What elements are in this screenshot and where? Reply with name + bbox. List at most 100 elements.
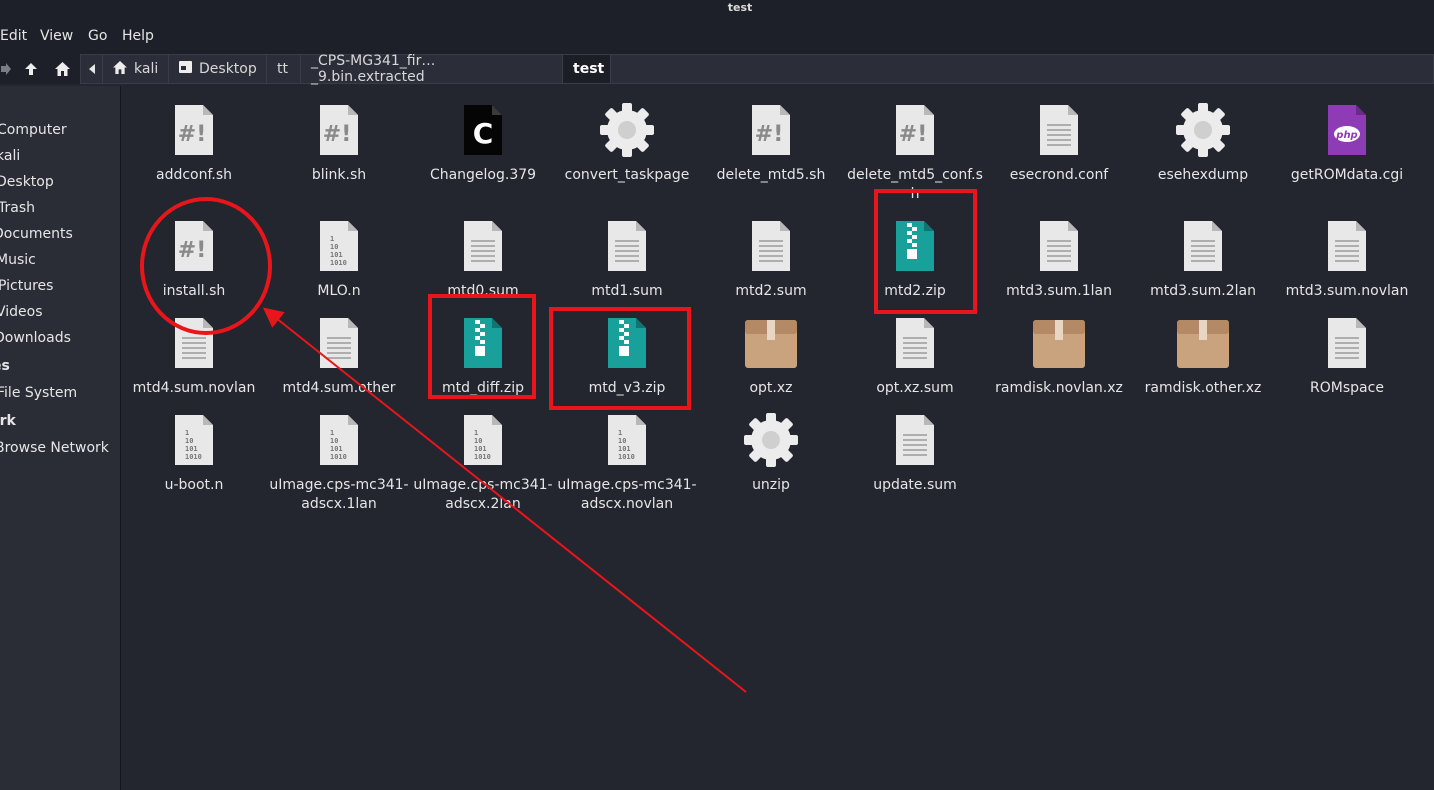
svg-text:#!: #! — [899, 122, 927, 147]
file-item[interactable]: unzip — [699, 410, 843, 495]
file-text-icon — [741, 216, 801, 276]
file-item[interactable]: C Changelog.379 — [411, 100, 555, 185]
home-button[interactable] — [50, 54, 74, 84]
file-item[interactable]: mtd3.sum.1lan — [987, 216, 1131, 301]
file-binary-icon: 1 10 101 1010 — [597, 410, 657, 470]
file-gear-icon — [597, 100, 657, 160]
file-binary-icon: 1 10 101 1010 — [309, 410, 369, 470]
sidebar-item-music[interactable]: Music — [0, 252, 36, 268]
sidebar-item-file-system[interactable]: File System — [0, 385, 77, 401]
file-item[interactable]: #! delete_mtd5.sh — [699, 100, 843, 185]
file-item[interactable]: mtd2.sum — [699, 216, 843, 301]
file-name: mtd2.sum — [735, 283, 807, 299]
file-archive-icon — [1173, 313, 1233, 373]
breadcrumb-label: kali — [134, 61, 159, 77]
file-c-source-icon: C — [453, 100, 513, 160]
sidebar-item-trash[interactable]: Trash — [0, 200, 35, 216]
file-item[interactable]: mtd4.sum.novlan — [122, 313, 266, 398]
file-gear-icon — [1173, 100, 1233, 160]
file-name: convert_taskpage — [564, 167, 690, 183]
file-item[interactable]: #! delete_mtd5_conf.sh — [843, 100, 987, 204]
file-item[interactable]: mtd2.zip — [843, 216, 987, 301]
sidebar-item-kali[interactable]: kali — [0, 148, 20, 164]
file-script-icon: #! — [741, 100, 801, 160]
breadcrumb-kali[interactable]: kali — [103, 55, 169, 83]
file-item[interactable]: mtd_diff.zip — [411, 313, 555, 398]
file-item[interactable]: #! addconf.sh — [122, 100, 266, 185]
file-item[interactable]: 1 10 101 1010 MLO.n — [267, 216, 411, 301]
file-name: MLO.n — [317, 283, 361, 299]
file-text-icon — [309, 313, 369, 373]
svg-text:C: C — [473, 117, 494, 150]
file-item[interactable]: mtd1.sum — [555, 216, 699, 301]
breadcrumb-tt[interactable]: tt — [267, 55, 301, 83]
file-item[interactable]: opt.xz.sum — [843, 313, 987, 398]
file-zip-icon — [597, 313, 657, 373]
file-item[interactable]: mtd3.sum.2lan — [1131, 216, 1275, 301]
file-item[interactable]: ramdisk.novlan.xz — [987, 313, 1131, 398]
file-text-icon — [1173, 216, 1233, 276]
file-item[interactable]: mtd3.sum.novlan — [1275, 216, 1419, 301]
file-item[interactable]: esehexdump — [1131, 100, 1275, 185]
file-item[interactable]: ramdisk.other.xz — [1131, 313, 1275, 398]
file-item[interactable]: mtd4.sum.other — [267, 313, 411, 398]
forward-arrow-icon — [1, 63, 11, 75]
file-grid: #! addconf.sh #! blink.sh C Changelog.379 conv… — [122, 86, 1434, 790]
svg-text:101: 101 — [618, 445, 631, 453]
svg-text:php: php — [1335, 130, 1357, 141]
breadcrumb-test[interactable]: test — [563, 55, 611, 83]
file-binary-icon: 1 10 101 1010 — [164, 410, 224, 470]
file-item[interactable]: mtd0.sum — [411, 216, 555, 301]
sidebar-item-documents[interactable]: Documents — [0, 226, 73, 242]
file-text-icon — [1317, 216, 1377, 276]
file-zip-icon — [453, 313, 513, 373]
file-item[interactable]: 1 10 101 1010 uImage.cps-mc341-adscx.2lan — [411, 410, 555, 514]
file-name: uImage.cps-mc341-adscx.novlan — [557, 477, 697, 512]
sidebar-item-computer[interactable]: Computer — [0, 122, 67, 138]
file-name: mtd_v3.zip — [588, 380, 666, 396]
sidebar-item-videos[interactable]: Videos — [0, 304, 43, 320]
sidebar: s Computer kali Desktop Trash Documents … — [0, 86, 121, 790]
file-name: delete_mtd5.sh — [716, 167, 826, 183]
file-item[interactable]: update.sum — [843, 410, 987, 495]
sidebar-item-browse-network[interactable]: Browse Network — [0, 440, 109, 456]
file-name: mtd1.sum — [591, 283, 663, 299]
sidebar-item-desktop[interactable]: Desktop — [0, 174, 54, 190]
file-php-icon: php — [1317, 100, 1377, 160]
menu-go[interactable]: Go — [88, 28, 107, 44]
file-script-icon: #! — [309, 100, 369, 160]
file-name: mtd_diff.zip — [441, 380, 524, 396]
file-item[interactable]: 1 10 101 1010 u-boot.n — [122, 410, 266, 495]
menu-view[interactable]: View — [40, 28, 73, 44]
breadcrumb-extracted[interactable]: _CPS-MG341_fir… _9.bin.extracted — [301, 53, 563, 85]
svg-text:10: 10 — [474, 437, 482, 445]
forward-button[interactable] — [0, 54, 12, 84]
file-item[interactable]: opt.xz — [699, 313, 843, 398]
svg-text:1: 1 — [474, 429, 478, 437]
file-item[interactable]: convert_taskpage — [555, 100, 699, 185]
file-item[interactable]: esecrond.conf — [987, 100, 1131, 185]
menu-help[interactable]: Help — [122, 28, 154, 44]
file-name: addconf.sh — [155, 167, 232, 183]
svg-text:#!: #! — [323, 122, 351, 147]
svg-text:1: 1 — [185, 429, 189, 437]
file-item[interactable]: php getROMdata.cgi — [1275, 100, 1419, 185]
menu-edit[interactable]: Edit — [0, 28, 27, 44]
file-item[interactable]: #! install.sh — [122, 216, 266, 301]
svg-text:10: 10 — [618, 437, 626, 445]
file-binary-icon: 1 10 101 1010 — [453, 410, 513, 470]
sidebar-item-downloads[interactable]: Downloads — [0, 330, 71, 346]
svg-text:#!: #! — [178, 238, 206, 263]
file-item[interactable]: ROMspace — [1275, 313, 1419, 398]
breadcrumb-scroll-left[interactable] — [81, 55, 103, 83]
file-item[interactable]: mtd_v3.zip — [555, 313, 699, 398]
file-script-icon: #! — [164, 216, 224, 276]
svg-text:1010: 1010 — [474, 453, 491, 461]
breadcrumb-desktop[interactable]: Desktop — [169, 55, 267, 83]
file-name: esehexdump — [1157, 167, 1249, 183]
file-item[interactable]: #! blink.sh — [267, 100, 411, 185]
file-item[interactable]: 1 10 101 1010 uImage.cps-mc341-adscx.novlan — [555, 410, 699, 514]
file-item[interactable]: 1 10 101 1010 uImage.cps-mc341-adscx.1lan — [267, 410, 411, 514]
sidebar-item-pictures[interactable]: Pictures — [0, 278, 53, 294]
up-button[interactable] — [20, 54, 42, 84]
